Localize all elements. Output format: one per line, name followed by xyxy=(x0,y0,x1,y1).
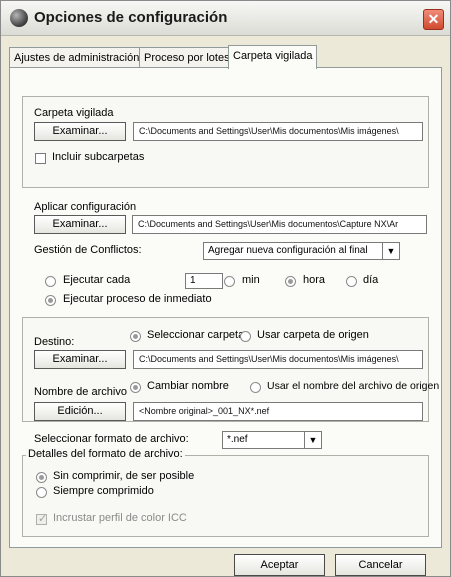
uncompressed-radio[interactable] xyxy=(36,472,47,483)
include-subfolders-checkbox[interactable] xyxy=(35,153,46,164)
rename-label: Cambiar nombre xyxy=(147,380,229,392)
destination-browse-button[interactable]: Examinar... xyxy=(34,350,126,369)
include-subfolders-label: Incluir subcarpetas xyxy=(52,151,145,163)
format-details-legend: Detalles del formato de archivo: xyxy=(26,448,185,460)
use-source-folder-radio[interactable] xyxy=(240,331,251,342)
format-details-group: Detalles del formato de archivo: Sin com… xyxy=(22,448,429,537)
window-title: Opciones de configuración xyxy=(34,9,228,26)
select-folder-label: Seleccionar carpeta xyxy=(147,329,245,341)
embed-icc-checkbox[interactable]: ✓ xyxy=(36,513,48,525)
edit-filename-button[interactable]: Edición... xyxy=(34,402,126,421)
apply-settings-path[interactable]: C:\Documents and Settings\User\Mis docum… xyxy=(132,215,427,234)
unit-min-radio[interactable] xyxy=(224,276,235,287)
embed-icc-label: Incrustar perfil de color ICC xyxy=(53,512,187,524)
app-orb-icon xyxy=(10,9,28,27)
close-icon: ✕ xyxy=(427,11,440,27)
destination-group: Destino: Seleccionar carpeta Usar carpet… xyxy=(22,317,439,422)
run-now-label: Ejecutar proceso de inmediato xyxy=(63,293,212,305)
use-source-folder-label: Usar carpeta de origen xyxy=(257,329,369,341)
title-bar: Opciones de configuración ✕ xyxy=(1,1,450,36)
destination-path[interactable]: C:\Documents and Settings\User\Mis docum… xyxy=(133,350,423,369)
unit-day-label: día xyxy=(363,274,379,286)
compressed-radio[interactable] xyxy=(36,487,47,498)
file-format-value: *.nef xyxy=(227,434,248,445)
filename-pattern[interactable]: <Nombre original>_001_NX*.nef xyxy=(133,402,423,421)
filename-label: Nombre de archivo xyxy=(34,386,127,398)
destination-label: Destino: xyxy=(34,336,75,348)
file-format-label: Seleccionar formato de archivo: xyxy=(34,433,189,445)
unit-day-radio[interactable] xyxy=(346,276,357,287)
run-every-label: Ejecutar cada xyxy=(63,274,131,286)
rename-radio[interactable] xyxy=(130,382,141,393)
watched-browse-button[interactable]: Examinar... xyxy=(34,122,126,141)
tab-admin-settings[interactable]: Ajustes de administración xyxy=(9,47,140,67)
watched-folder-label: Carpeta vigilada xyxy=(34,107,114,119)
watched-folder-path[interactable]: C:\Documents and Settings\User\Mis docum… xyxy=(133,122,423,141)
tab-batch-process[interactable]: Proceso por lotes xyxy=(139,47,230,67)
use-source-name-label: Usar el nombre del archivo de origen xyxy=(267,380,440,392)
select-folder-radio[interactable] xyxy=(130,331,141,342)
chevron-down-icon: ▼ xyxy=(382,243,399,259)
tab-watched-folder[interactable]: Carpeta vigilada xyxy=(228,45,317,69)
unit-min-label: min xyxy=(242,274,260,286)
unit-hour-radio[interactable] xyxy=(285,276,296,287)
conflicts-label: Gestión de Conflictos: xyxy=(34,244,142,256)
apply-settings-label: Aplicar configuración xyxy=(34,201,137,213)
conflicts-select[interactable]: Agregar nueva configuración al final ▼ xyxy=(203,242,400,260)
checkmark-icon: ✓ xyxy=(38,513,48,525)
watched-folder-panel: Carpeta vigilada Examinar... C:\Document… xyxy=(9,67,442,548)
apply-browse-button[interactable]: Examinar... xyxy=(34,215,126,234)
run-now-radio[interactable] xyxy=(45,295,56,306)
ok-button[interactable]: Aceptar xyxy=(234,554,325,576)
use-source-name-radio[interactable] xyxy=(250,382,261,393)
chevron-down-icon: ▼ xyxy=(304,432,321,448)
close-button[interactable]: ✕ xyxy=(423,9,444,30)
watched-folder-group: Carpeta vigilada Examinar... C:\Document… xyxy=(22,96,429,188)
file-format-select[interactable]: *.nef ▼ xyxy=(222,431,322,449)
unit-hour-label: hora xyxy=(303,274,326,286)
cancel-button[interactable]: Cancelar xyxy=(335,554,426,576)
run-every-radio[interactable] xyxy=(45,276,56,287)
uncompressed-label: Sin comprimir, de ser posible xyxy=(53,470,195,482)
conflicts-value: Agregar nueva configuración al final xyxy=(208,245,368,256)
interval-input[interactable]: 1 xyxy=(185,273,223,289)
compressed-label: Siempre comprimido xyxy=(53,485,154,497)
settings-dialog: Opciones de configuración ✕ Ajustes de a… xyxy=(0,0,451,577)
